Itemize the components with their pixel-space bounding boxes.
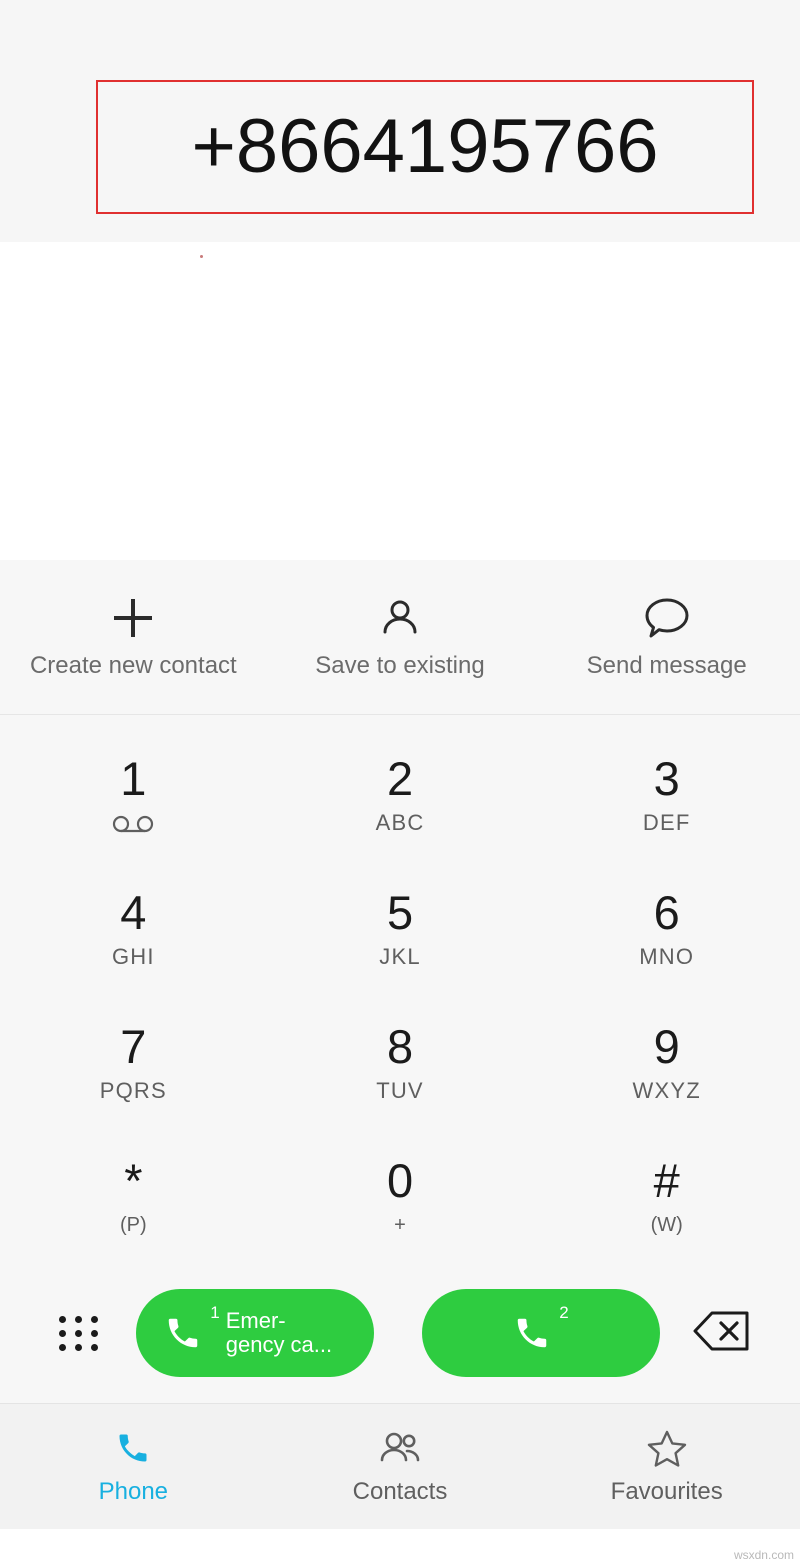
dialpad-row-4: * (P) 0 + # (W) xyxy=(0,1129,800,1263)
dots-grid-icon xyxy=(58,1315,100,1351)
dialpad-key-8-letters: TUV xyxy=(376,1077,424,1103)
person-icon xyxy=(378,594,422,642)
dialpad-key-0-digit: 0 xyxy=(386,1153,414,1207)
number-actions-row: Create new contact Save to existing Send… xyxy=(0,560,800,715)
phone-icon xyxy=(115,1428,151,1468)
nav-label-contacts: Contacts xyxy=(352,1477,448,1505)
backspace-icon xyxy=(692,1310,750,1357)
sim2-badge: 2 xyxy=(559,1303,569,1322)
create-new-contact-action[interactable]: Create new contact xyxy=(0,594,267,680)
dialpad-key-2[interactable]: 2 ABC xyxy=(267,727,534,861)
dialpad-key-6-digit: 6 xyxy=(653,885,680,939)
send-message-label: Send message xyxy=(586,652,747,679)
dialpad-key-4-letters: GHI xyxy=(111,943,155,969)
dialpad-key-9[interactable]: 9 WXYZ xyxy=(533,995,800,1129)
create-new-contact-label: Create new contact xyxy=(29,652,237,679)
backspace-button[interactable] xyxy=(678,1310,764,1357)
dialpad-key-6[interactable]: 6 MNO xyxy=(533,861,800,995)
dialpad-key-1[interactable]: 1 xyxy=(0,727,267,861)
save-to-existing-label: Save to existing xyxy=(315,652,485,679)
dialpad-key-3-letters: DEF xyxy=(642,809,691,835)
call-sim2-button[interactable]: 2 xyxy=(422,1289,660,1377)
dialpad-key-4[interactable]: 4 GHI xyxy=(0,861,267,995)
call-sim1-button[interactable]: 1 Emer- gency ca... xyxy=(136,1289,374,1377)
dialpad-key-hash-digit: # xyxy=(653,1153,680,1207)
dialpad-key-7-letters: PQRS xyxy=(99,1077,167,1103)
dialpad-key-4-digit: 4 xyxy=(120,885,147,939)
contacts-icon xyxy=(378,1428,422,1468)
dialpad-key-5-letters: JKL xyxy=(379,943,421,969)
dialpad-key-star-sub: (P) xyxy=(120,1213,147,1236)
phone-icon xyxy=(513,1314,551,1352)
message-bubble-icon xyxy=(643,594,691,642)
dialpad-key-8[interactable]: 8 TUV xyxy=(267,995,534,1129)
save-to-existing-action[interactable]: Save to existing xyxy=(267,594,534,680)
dialpad-key-8-digit: 8 xyxy=(386,1019,414,1073)
watermark: wsxdn.com xyxy=(733,1548,794,1562)
dialpad-key-3-digit: 3 xyxy=(653,751,680,805)
dialpad-toggle-button[interactable] xyxy=(36,1315,122,1351)
dialpad-key-5-digit: 5 xyxy=(386,885,414,939)
voicemail-icon xyxy=(112,814,154,834)
dialpad: 1 2 ABC 3 DEF 4 GHI 5 JKL 6 MNO 7 PQRS 8… xyxy=(0,715,800,1263)
dialpad-key-0-sub: + xyxy=(394,1213,406,1236)
dialpad-key-hash[interactable]: # (W) xyxy=(533,1129,800,1263)
nav-label-favourites: Favourites xyxy=(610,1477,723,1505)
dialpad-key-7[interactable]: 7 PQRS xyxy=(0,995,267,1129)
stray-dot-artifact xyxy=(200,255,203,258)
dialpad-key-9-letters: WXYZ xyxy=(632,1077,701,1103)
dialed-number-text[interactable]: +8664195766 xyxy=(191,109,658,185)
dialpad-row-3: 7 PQRS 8 TUV 9 WXYZ xyxy=(0,995,800,1129)
bottom-navigation: Phone Contacts Favourites xyxy=(0,1403,800,1529)
nav-label-phone: Phone xyxy=(98,1477,169,1505)
call-action-bar: 1 Emer- gency ca... 2 xyxy=(0,1263,800,1403)
dialed-number-area: +8664195766 xyxy=(0,0,800,242)
dialpad-key-2-letters: ABC xyxy=(375,809,425,835)
nav-item-phone[interactable]: Phone xyxy=(0,1428,267,1506)
dialpad-row-1: 1 2 ABC 3 DEF xyxy=(0,727,800,861)
plus-icon xyxy=(110,594,156,642)
sim1-badge: 1 xyxy=(210,1303,220,1322)
dialpad-key-2-digit: 2 xyxy=(386,751,414,805)
dialpad-row-2: 4 GHI 5 JKL 6 MNO xyxy=(0,861,800,995)
star-icon xyxy=(647,1428,687,1468)
dialpad-key-star-digit: * xyxy=(124,1153,143,1207)
nav-item-favourites[interactable]: Favourites xyxy=(533,1428,800,1506)
contact-suggestions-area xyxy=(0,242,800,560)
phone-icon xyxy=(164,1314,202,1352)
dialpad-key-9-digit: 9 xyxy=(653,1019,680,1073)
dialpad-key-hash-sub: (W) xyxy=(650,1213,683,1236)
dialpad-key-7-digit: 7 xyxy=(120,1019,147,1073)
dialpad-key-1-digit: 1 xyxy=(120,751,147,805)
dialpad-key-6-letters: MNO xyxy=(639,943,695,969)
dialpad-key-star[interactable]: * (P) xyxy=(0,1129,267,1263)
nav-item-contacts[interactable]: Contacts xyxy=(267,1428,534,1506)
dialed-number-highlight-box: +8664195766 xyxy=(96,80,754,214)
dialpad-key-3[interactable]: 3 DEF xyxy=(533,727,800,861)
dialpad-key-5[interactable]: 5 JKL xyxy=(267,861,534,995)
send-message-action[interactable]: Send message xyxy=(533,594,800,680)
call-sim1-label: Emer- gency ca... xyxy=(225,1307,333,1357)
dialpad-key-0[interactable]: 0 + xyxy=(267,1129,534,1263)
